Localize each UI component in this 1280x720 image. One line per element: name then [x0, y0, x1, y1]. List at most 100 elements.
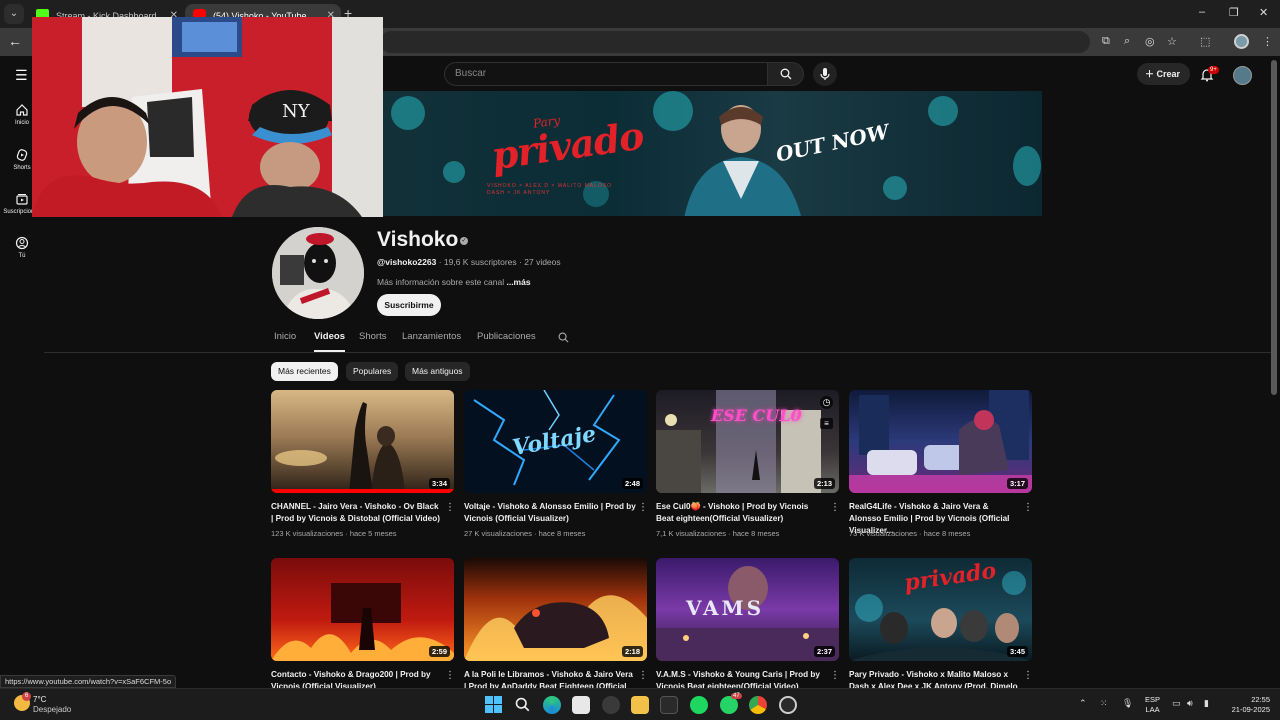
video-duration: 3:34 — [428, 478, 450, 489]
chip-oldest[interactable]: Más antiguos — [405, 362, 470, 381]
search-input[interactable]: Buscar — [444, 62, 768, 86]
video-title[interactable]: Contacto - Vishoko & Drago200 | Prod by … — [271, 669, 443, 688]
link-status-url: https://www.youtube.com/watch?v=xSaF6CFM… — [0, 675, 177, 688]
file-explorer-icon[interactable] — [631, 696, 649, 714]
spotify-icon[interactable] — [690, 696, 708, 714]
video-thumbnail[interactable]: privado 3:45 — [849, 558, 1032, 661]
video-thumbnail[interactable]: 3:34 — [271, 390, 454, 493]
description-text: Más información sobre este canal — [377, 277, 505, 287]
weather-temperature[interactable]: 7°C — [33, 695, 46, 704]
obs-icon[interactable] — [779, 696, 797, 714]
tray-mic-icon[interactable]: 🎙︎ — [1122, 698, 1133, 709]
account-avatar[interactable] — [1233, 66, 1252, 85]
tab-posts[interactable]: Publicaciones — [477, 331, 536, 342]
video-menu-icon[interactable]: ⋮ — [830, 502, 840, 513]
channel-description[interactable]: Más información sobre este canal ...más — [377, 277, 531, 287]
more-link[interactable]: ...más — [506, 277, 530, 287]
address-bar[interactable] — [380, 31, 1090, 53]
clock-date: 21-09-2025 — [1231, 705, 1270, 714]
watch-later-clock-icon[interactable]: ◷ — [820, 396, 833, 409]
whatsapp-badge: 47 — [731, 693, 742, 699]
search-button[interactable] — [767, 62, 804, 86]
close-window-button[interactable]: ✕ — [1259, 6, 1268, 19]
browser-menu-icon[interactable]: ⋮ — [1262, 35, 1273, 48]
network-icon[interactable]: ▭ — [1172, 698, 1181, 709]
video-title[interactable]: V.A.M.S - Vishoko & Young Caris | Prod b… — [656, 669, 828, 688]
zoom-icon[interactable]: ⌕ — [1124, 35, 1130, 48]
banner-title: privado — [488, 112, 647, 179]
video-meta: 7,1 K visualizaciones · hace 8 meses — [656, 529, 780, 538]
install-app-icon[interactable]: ⧉ — [1102, 35, 1110, 48]
extensions-icon[interactable]: ⬚ — [1200, 35, 1210, 48]
guide-you[interactable]: Tú — [0, 236, 44, 259]
video-menu-icon[interactable]: ⋮ — [445, 670, 455, 681]
tab-videos[interactable]: Videos — [314, 331, 345, 342]
create-button[interactable]: ＋ Crear — [1137, 63, 1190, 85]
video-title[interactable]: Voltaje - Vishoko & Alonsso Emilio | Pro… — [464, 501, 636, 525]
eye-off-icon[interactable]: ◎ — [1145, 35, 1155, 48]
windows-start-icon[interactable] — [485, 696, 502, 713]
video-meta: 27 K visualizaciones · hace 8 meses — [464, 529, 586, 538]
video-thumbnail[interactable]: 2:59 — [271, 558, 454, 661]
video-menu-icon[interactable]: ⋮ — [1023, 502, 1033, 513]
volume-icon[interactable]: 🔊︎ — [1187, 698, 1193, 709]
maximize-button[interactable]: ❐ — [1229, 6, 1239, 19]
chrome-icon[interactable] — [749, 696, 767, 714]
video-title[interactable]: Pary Privado - Vishoko x Malito Maloso x… — [849, 669, 1021, 688]
tab-releases[interactable]: Lanzamientos — [402, 331, 461, 342]
app-icon[interactable] — [602, 696, 620, 714]
guide-label: Tú — [18, 253, 26, 259]
video-thumbnail[interactable]: 2:18 — [464, 558, 647, 661]
video-menu-icon[interactable]: ⋮ — [1023, 670, 1033, 681]
bokeh-light — [443, 161, 465, 183]
tray-app-icon[interactable]: ⁙ — [1100, 698, 1108, 709]
video-age: hace 8 meses — [923, 529, 971, 538]
add-to-queue-icon[interactable]: ≡ — [820, 418, 833, 429]
video-menu-icon[interactable]: ⋮ — [830, 670, 840, 681]
edge-icon[interactable] — [543, 696, 561, 714]
video-menu-icon[interactable]: ⋮ — [445, 502, 455, 513]
tray-chevron-icon[interactable]: ⌃ — [1079, 698, 1087, 709]
bookmark-star-icon[interactable]: ☆ — [1167, 35, 1177, 48]
weather-condition[interactable]: Despejado — [33, 705, 71, 714]
minimize-button[interactable]: – — [1199, 6, 1205, 18]
taskbar-search-icon[interactable] — [515, 697, 530, 712]
tab-search-dropdown[interactable]: ⌄ — [4, 4, 24, 24]
video-thumbnail[interactable]: 3:17 — [849, 390, 1032, 493]
voice-search-button[interactable] — [813, 62, 837, 86]
guide-menu-icon[interactable]: ☰ — [15, 67, 28, 84]
back-arrow-icon[interactable]: ← — [8, 33, 22, 49]
video-thumbnail[interactable]: Voltaje 2:48 — [464, 390, 647, 493]
thumbnail-text: ESE CUL0 — [711, 406, 802, 425]
tab-shorts[interactable]: Shorts — [359, 331, 386, 342]
video-duration: 2:18 — [621, 646, 643, 657]
keyboard-layout: LAA — [1145, 705, 1160, 714]
video-thumbnail[interactable]: VAMS 2:37 — [656, 558, 839, 661]
bokeh-light — [883, 176, 907, 200]
video-title[interactable]: A la Poli le Libramos - Vishoko & Jairo … — [464, 669, 636, 688]
chip-newest[interactable]: Más recientes — [271, 362, 338, 381]
video-views: 27 K visualizaciones — [464, 529, 532, 538]
battery-icon[interactable]: ▮ — [1204, 698, 1209, 709]
app-icon[interactable] — [660, 696, 678, 714]
tab-home[interactable]: Inicio — [274, 331, 296, 342]
video-title[interactable]: CHANNEL - Jairo Vera - Vishoko - Ov Blac… — [271, 501, 443, 525]
language-indicator[interactable]: ESP LAA — [1145, 695, 1160, 715]
channel-search-icon[interactable] — [558, 332, 569, 343]
video-title[interactable]: Ese Cul0🍑 - Vishoko | Prod by Vicnois Be… — [656, 501, 828, 525]
system-clock[interactable]: 22:55 21-09-2025 — [1226, 695, 1270, 715]
subscribe-button[interactable]: Suscribirme — [377, 294, 441, 316]
chip-popular[interactable]: Populares — [346, 362, 399, 381]
video-menu-icon[interactable]: ⋮ — [638, 502, 648, 513]
video-age: hace 8 meses — [732, 529, 780, 538]
page-scrollbar[interactable] — [1271, 60, 1277, 395]
channel-avatar-image — [272, 227, 364, 319]
channel-meta: @vishoko2263 · 19,6 K suscriptores · 27 … — [377, 257, 561, 267]
profile-avatar[interactable] — [1234, 34, 1249, 49]
plus-icon: ＋ — [1145, 69, 1157, 79]
video-meta: 123 K visualizaciones · hace 5 meses — [271, 529, 397, 538]
store-icon[interactable] — [572, 696, 590, 714]
video-thumbnail[interactable]: ESE CUL0 ◷ ≡ 2:13 — [656, 390, 839, 493]
video-menu-icon[interactable]: ⋮ — [638, 670, 648, 681]
channel-avatar[interactable] — [272, 227, 364, 319]
